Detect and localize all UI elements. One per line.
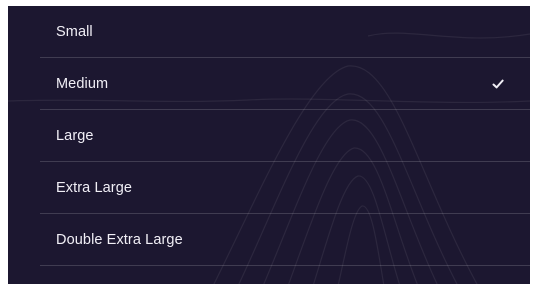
- checkmark-icon: [492, 79, 504, 88]
- menu-item-large[interactable]: Large: [40, 110, 530, 161]
- menu-item-label: Medium: [56, 75, 109, 92]
- menu-item-extra-large[interactable]: Extra Large: [40, 162, 530, 213]
- menu-item-medium[interactable]: Medium: [40, 58, 530, 109]
- menu-item-label: Large: [56, 127, 94, 144]
- menu-item-label: Double Extra Large: [56, 231, 183, 248]
- divider: [40, 265, 530, 266]
- menu-item-label: Small: [56, 23, 93, 40]
- menu-item-label: Extra Large: [56, 179, 133, 196]
- text-size-menu: Small Medium Large Extra Large Double Ex…: [40, 6, 530, 266]
- text-size-menu-panel: Small Medium Large Extra Large Double Ex…: [8, 6, 530, 284]
- menu-item-small[interactable]: Small: [40, 6, 530, 57]
- menu-item-double-extra-large[interactable]: Double Extra Large: [40, 214, 530, 265]
- page-frame: Small Medium Large Extra Large Double Ex…: [0, 0, 537, 289]
